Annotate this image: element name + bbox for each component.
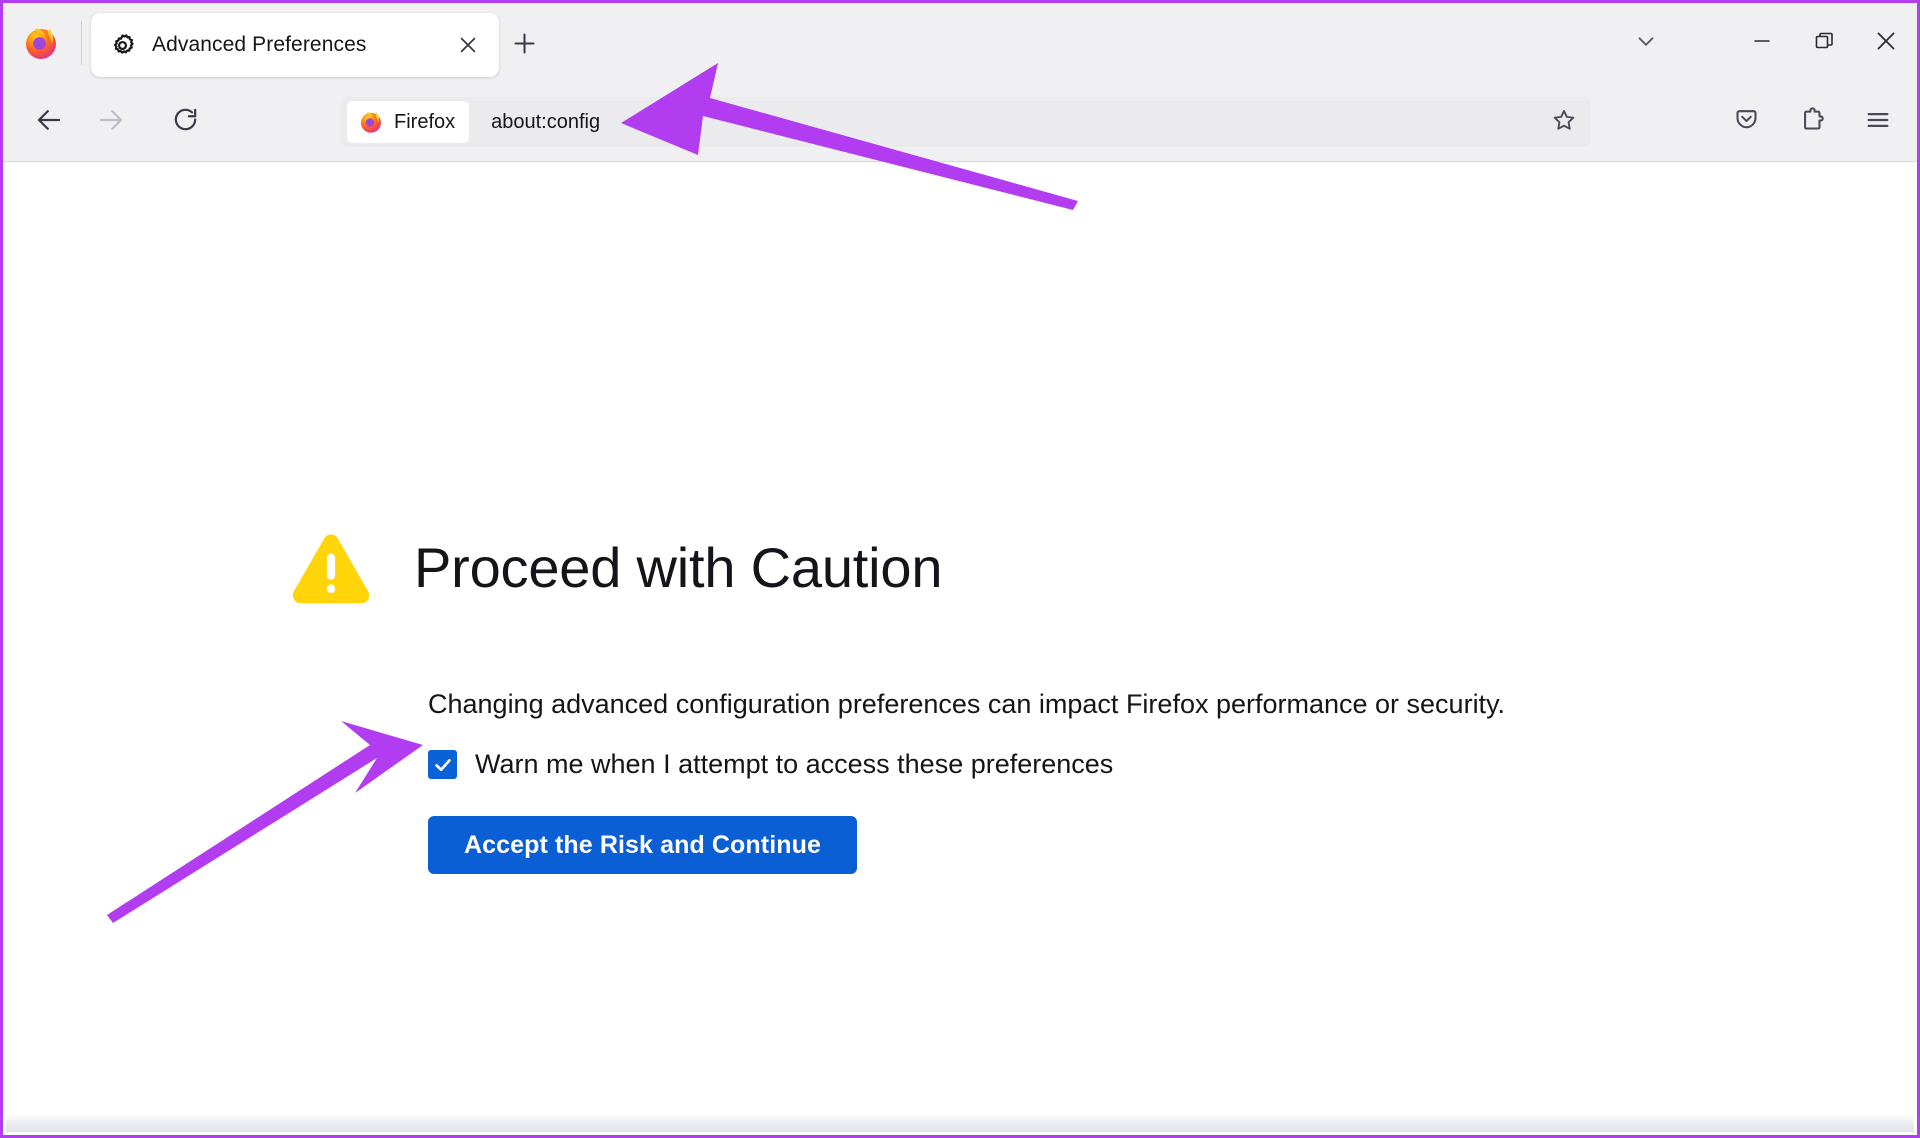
hamburger-menu-icon — [1864, 106, 1892, 139]
address-bar[interactable]: Firefox about:config — [341, 97, 1591, 147]
about-config-warning: Proceed with Caution Changing advanced c… — [288, 502, 1538, 875]
url-input[interactable]: about:config — [491, 111, 600, 134]
puzzle-piece-icon — [1799, 106, 1826, 138]
close-icon[interactable] — [451, 28, 485, 62]
gear-icon — [109, 32, 135, 58]
tab-strip: Advanced Preferences — [3, 3, 1917, 83]
toolbar-right-buttons — [1709, 83, 1907, 161]
minimize-button[interactable] — [1731, 11, 1793, 75]
pocket-icon — [1733, 106, 1760, 138]
back-button[interactable] — [25, 98, 73, 146]
reload-icon — [171, 105, 200, 139]
chevron-down-icon — [1633, 28, 1659, 59]
browser-window: Advanced Preferences Firefox about:confi… — [0, 0, 1920, 1138]
identity-chip[interactable]: Firefox — [347, 101, 470, 143]
page-title: Proceed with Caution — [414, 535, 943, 599]
window-controls — [1615, 3, 1917, 83]
warn-checkbox[interactable] — [428, 750, 457, 780]
pocket-button[interactable] — [1717, 98, 1775, 146]
tabstrip-divider — [81, 21, 82, 65]
restore-button[interactable] — [1793, 11, 1855, 75]
warn-checkbox-row[interactable]: Warn me when I attempt to access these p… — [428, 749, 1538, 780]
tab-advanced-preferences[interactable]: Advanced Preferences — [91, 13, 499, 77]
page-content: Proceed with Caution Changing advanced c… — [3, 162, 1917, 1130]
reload-button[interactable] — [161, 98, 209, 146]
forward-button[interactable] — [87, 98, 135, 146]
identity-label: Firefox — [394, 110, 456, 133]
star-icon — [1551, 107, 1577, 138]
tab-title: Advanced Preferences — [152, 33, 367, 56]
horizontal-scrollbar[interactable] — [6, 1113, 1914, 1132]
tab-list-dropdown-button[interactable] — [1615, 11, 1677, 75]
minimize-icon — [1750, 29, 1774, 58]
close-icon — [1873, 28, 1899, 59]
app-menu-button[interactable] — [1849, 98, 1907, 146]
firefox-logo-icon — [359, 110, 383, 134]
warning-triangle-icon — [288, 525, 374, 611]
firefox-logo-icon — [23, 25, 59, 61]
warning-description: Changing advanced configuration preferen… — [428, 689, 1506, 720]
close-button[interactable] — [1855, 11, 1917, 75]
warning-heading-row: Proceed with Caution — [288, 502, 1538, 633]
accept-risk-button[interactable]: Accept the Risk and Continue — [428, 816, 858, 875]
navigation-toolbar: Firefox about:config — [3, 83, 1917, 162]
restore-icon — [1812, 29, 1836, 58]
new-tab-button[interactable] — [503, 25, 545, 67]
back-arrow-icon — [34, 105, 64, 140]
bookmark-button[interactable] — [1543, 101, 1585, 143]
extensions-button[interactable] — [1783, 98, 1841, 146]
plus-icon — [511, 30, 538, 62]
forward-arrow-icon — [96, 105, 126, 140]
warn-checkbox-label: Warn me when I attempt to access these p… — [475, 749, 1114, 780]
